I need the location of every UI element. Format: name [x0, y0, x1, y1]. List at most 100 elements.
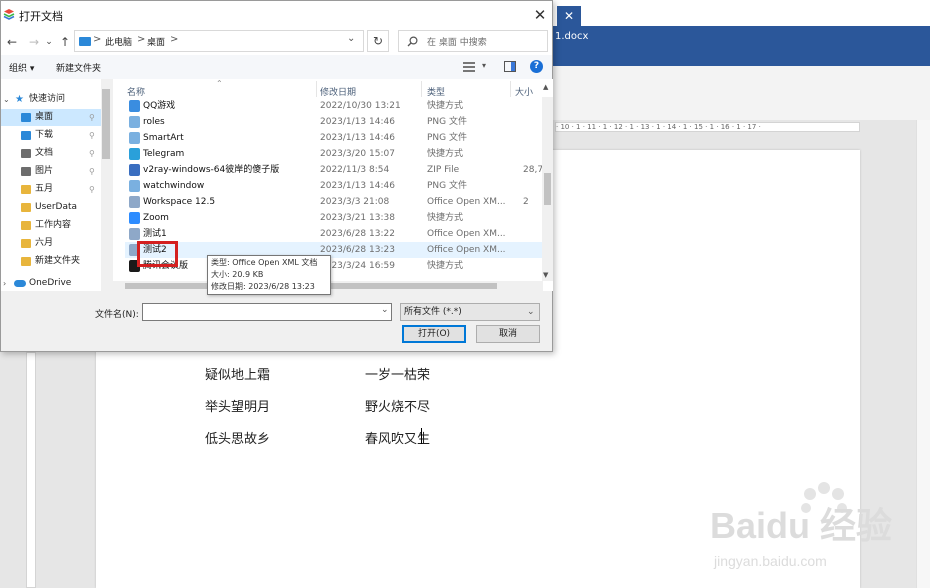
- image-file-icon: [129, 116, 140, 128]
- file-type: PNG 文件: [427, 181, 467, 191]
- app-stack-icon: [3, 9, 15, 20]
- close-button[interactable]: ✕: [529, 5, 551, 25]
- file-type: Office Open XM...: [427, 229, 506, 239]
- file-row[interactable]: 测试1 2023/6/28 13:22 Office Open XM...: [125, 226, 542, 242]
- help-icon[interactable]: ?: [530, 60, 543, 73]
- file-date: 2022/11/3 8:54: [320, 165, 390, 175]
- file-size: 2: [523, 197, 529, 207]
- document-icon: [21, 149, 31, 158]
- up-arrow-icon[interactable]: ↑: [57, 34, 73, 50]
- file-type-dropdown-icon[interactable]: ⌄: [527, 304, 535, 320]
- watermark-url: jingyan.baidu.com: [713, 553, 827, 569]
- sidebar-item-label: 桌面: [35, 112, 54, 122]
- poem-line: 野火烧不尽: [365, 400, 431, 415]
- file-row[interactable]: 腾讯会议版 2023/3/24 16:59 快捷方式: [125, 258, 542, 274]
- scroll-up-icon[interactable]: ▲: [543, 83, 548, 91]
- telegram-icon: [129, 148, 140, 160]
- file-name: Telegram: [143, 149, 185, 159]
- address-bar[interactable]: > 此电脑 > 桌面 > ⌄: [74, 30, 364, 52]
- breadcrumb-this-pc[interactable]: 此电脑: [105, 35, 132, 48]
- organize-menu[interactable]: 组织 ▾: [9, 61, 34, 74]
- poem-line: 疑似地上霜: [205, 368, 271, 383]
- open-button[interactable]: 打开(O): [402, 325, 466, 343]
- back-arrow-icon[interactable]: ←: [4, 34, 20, 50]
- file-type-select[interactable]: 所有文件 (*.*) ⌄: [400, 303, 540, 321]
- refresh-button[interactable]: ↻: [367, 30, 389, 52]
- pin-icon[interactable]: ⚲: [89, 127, 95, 144]
- file-row[interactable]: Zoom 2023/3/21 13:38 快捷方式: [125, 210, 542, 226]
- file-type: PNG 文件: [427, 133, 467, 143]
- pin-icon[interactable]: ⚲: [89, 145, 95, 162]
- pin-icon[interactable]: ⚲: [89, 109, 95, 126]
- folder-icon: [21, 257, 31, 266]
- sidebar-item-1[interactable]: 桌面 ⚲: [1, 109, 101, 126]
- column-divider[interactable]: [421, 81, 422, 97]
- sidebar-item-4[interactable]: 图片 ⚲: [1, 163, 101, 180]
- file-row[interactable]: roles 2023/1/13 14:46 PNG 文件: [125, 114, 542, 130]
- file-row[interactable]: SmartArt 2023/1/13 14:46 PNG 文件: [125, 130, 542, 146]
- sidebar-item-onedrive[interactable]: › OneDrive: [1, 275, 101, 292]
- word-file-icon: [129, 228, 140, 240]
- address-dropdown-icon[interactable]: ⌄: [347, 33, 355, 44]
- collapse-chevron-icon[interactable]: ⌄: [3, 91, 10, 108]
- picture-icon: [21, 167, 31, 176]
- file-name: QQ游戏: [143, 101, 176, 111]
- pin-icon[interactable]: ⚲: [89, 163, 95, 180]
- sidebar-item-3[interactable]: 文档 ⚲: [1, 145, 101, 162]
- open-file-dialog: 打开文档 ✕ ← → ⌄ ↑ > 此电脑 > 桌面 > ⌄ ↻ 在 桌面 中搜索…: [0, 0, 553, 352]
- word-tab-close-button[interactable]: ✕: [557, 6, 581, 26]
- text-caret: [421, 428, 422, 444]
- sidebar-item-6[interactable]: UserData: [1, 199, 101, 216]
- file-date: 2023/1/13 14:46: [320, 117, 395, 127]
- column-divider[interactable]: [510, 81, 511, 97]
- word-header-band: [553, 26, 930, 66]
- column-header-name[interactable]: 名称: [127, 85, 145, 98]
- dialog-footer: [1, 291, 552, 351]
- file-row[interactable]: 测试2 2023/6/28 13:23 Office Open XM...: [125, 242, 542, 258]
- word-vertical-scrollbar[interactable]: [916, 120, 930, 588]
- scroll-down-icon[interactable]: ▼: [543, 271, 548, 279]
- view-options-icon[interactable]: [463, 62, 475, 72]
- sidebar-item-5[interactable]: 五月 ⚲: [1, 181, 101, 198]
- filename-dropdown-icon[interactable]: ⌄: [381, 305, 389, 315]
- navigation-pane-scroll-thumb[interactable]: [102, 89, 110, 159]
- search-placeholder: 在 桌面 中搜索: [427, 38, 487, 48]
- file-type: 快捷方式: [427, 149, 464, 159]
- file-row[interactable]: QQ游戏 2022/10/30 13:21 快捷方式: [125, 98, 542, 114]
- forward-arrow-icon[interactable]: →: [26, 34, 42, 50]
- view-dropdown-icon[interactable]: ▾: [482, 61, 486, 70]
- sidebar-item-quick-access[interactable]: ⌄ ★ 快速访问: [1, 91, 101, 108]
- folder-icon: [21, 221, 31, 230]
- cancel-button[interactable]: 取消: [476, 325, 540, 343]
- file-name: watchwindow: [143, 181, 205, 191]
- navigation-pane: ⌄ ★ 快速访问 桌面 ⚲ 下载 ⚲ 文档 ⚲ 图片 ⚲ 五月 ⚲ UserData 工作内容 六月 新建…: [1, 79, 111, 291]
- zip-icon: [129, 164, 140, 176]
- pin-icon[interactable]: ⚲: [89, 181, 95, 198]
- new-folder-button[interactable]: 新建文件夹: [56, 61, 101, 74]
- breadcrumb-desktop[interactable]: 桌面: [147, 35, 165, 48]
- sidebar-item-2[interactable]: 下载 ⚲: [1, 127, 101, 144]
- folder-icon: [21, 239, 31, 248]
- file-type: Office Open XM...: [427, 245, 506, 255]
- sidebar-item-label: 快速访问: [29, 94, 66, 104]
- expand-chevron-icon[interactable]: ›: [3, 275, 6, 292]
- filename-input[interactable]: ⌄: [142, 303, 392, 321]
- file-type: 快捷方式: [427, 213, 464, 223]
- file-row[interactable]: Workspace 12.5 2023/3/3 21:08 Office Open …: [125, 194, 542, 210]
- file-row[interactable]: watchwindow 2023/1/13 14:46 PNG 文件: [125, 178, 542, 194]
- preview-pane-icon[interactable]: [504, 61, 516, 72]
- sidebar-item-8[interactable]: 六月: [1, 235, 101, 252]
- column-header-size[interactable]: 大小: [515, 85, 533, 98]
- file-type: 快捷方式: [427, 101, 464, 111]
- file-row[interactable]: v2ray-windows-64彼岸的傻子版 2022/11/3 8:54 ZIP …: [125, 162, 542, 178]
- sidebar-item-7[interactable]: 工作内容: [1, 217, 101, 234]
- download-icon: [21, 131, 31, 140]
- file-list-scroll-thumb[interactable]: [544, 173, 551, 205]
- recent-dropdown-icon[interactable]: ⌄: [41, 34, 57, 50]
- search-input[interactable]: 在 桌面 中搜索: [398, 30, 548, 52]
- column-header-type[interactable]: 类型: [427, 85, 445, 98]
- sidebar-item-9[interactable]: 新建文件夹: [1, 253, 101, 270]
- column-divider[interactable]: [316, 81, 317, 97]
- column-header-date[interactable]: 修改日期: [320, 85, 356, 98]
- file-row[interactable]: Telegram 2023/3/20 15:07 快捷方式: [125, 146, 542, 162]
